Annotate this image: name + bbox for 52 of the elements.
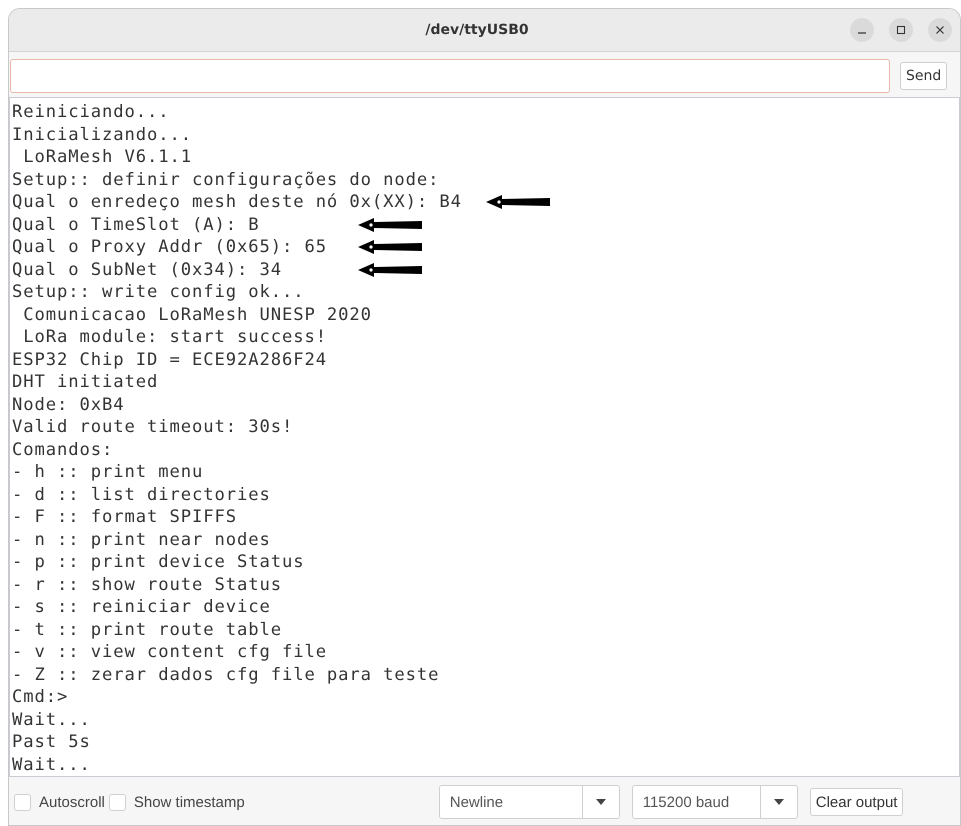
output-line: Past 5s [12, 732, 91, 752]
output-line: - v :: view content cfg file [12, 642, 327, 662]
output-line: Qual o Proxy Addr (0x65): 65 [12, 237, 327, 257]
arrow-icon [358, 239, 422, 255]
output-line: Qual o TimeSlot (A): B [12, 214, 260, 234]
output-line: - h :: print menu [12, 462, 204, 482]
checkbox-label: Autoscroll [39, 794, 105, 810]
output-line: Node: 0xB4 [12, 394, 124, 414]
output-line: Setup:: definir configurações do node: [12, 170, 440, 190]
arrow-icon [358, 262, 422, 278]
output-line: Qual o SubNet (0x34): 34 [12, 260, 282, 280]
output-line: Valid route timeout: 30s! [12, 417, 294, 437]
output-line: DHT initiated [12, 372, 158, 392]
output-line: Comunicacao LoRaMesh UNESP 2020 [22, 304, 372, 324]
close-icon [935, 25, 945, 35]
send-button[interactable]: Send [900, 62, 948, 90]
window-title: /dev/ttyUSB0 [425, 22, 529, 38]
output-line: - n :: print near nodes [12, 530, 271, 550]
maximize-icon [896, 25, 906, 35]
message-input[interactable] [10, 59, 890, 93]
checkbox-label: Show timestamp [134, 794, 245, 810]
checkbox[interactable] [108, 794, 126, 810]
output-line: Qual o enredeço mesh deste nó 0x(XX): B4 [12, 192, 462, 212]
output-line: LoRaMesh V6.1.1 [22, 147, 192, 167]
output-line: - p :: print device Status [12, 552, 304, 572]
close-button[interactable] [928, 18, 952, 42]
output-line: - d :: list directories [12, 484, 271, 504]
output-line: - t :: print route table [12, 620, 282, 640]
arrow-icon [486, 194, 550, 210]
output-line: - F :: format SPIFFS [12, 507, 237, 527]
output-line: Wait... [12, 754, 91, 774]
minimize-button[interactable] [850, 18, 874, 42]
output-line: Wait... [12, 710, 91, 730]
baud-rate-dropdown[interactable]: 115200 baud [632, 785, 798, 819]
clear-output-button[interactable]: Clear output [810, 788, 904, 816]
caret-icon [596, 799, 606, 805]
output-line: LoRa module: start success! [22, 327, 327, 347]
output-line: Inicializando... [12, 124, 192, 144]
output-line: Comandos: [12, 440, 114, 460]
output-line: - r :: show route Status [12, 574, 282, 594]
output-line: Cmd:> [12, 687, 68, 707]
output-line: Reiniciando... [12, 102, 170, 122]
minimize-icon [858, 32, 866, 34]
output-line: Setup:: write config ok... [12, 282, 304, 302]
output-line: - Z :: zerar dados cfg file para teste [12, 664, 440, 684]
checkbox[interactable] [14, 794, 31, 810]
caret-icon [774, 799, 784, 805]
arrow-icon [358, 216, 422, 232]
output-line: ESP32 Chip ID = ECE92A286F24 [12, 350, 327, 370]
output-line: - s :: reiniciar device [12, 597, 271, 617]
line-ending-dropdown[interactable]: Newline [438, 785, 620, 819]
maximize-button[interactable] [889, 18, 913, 42]
